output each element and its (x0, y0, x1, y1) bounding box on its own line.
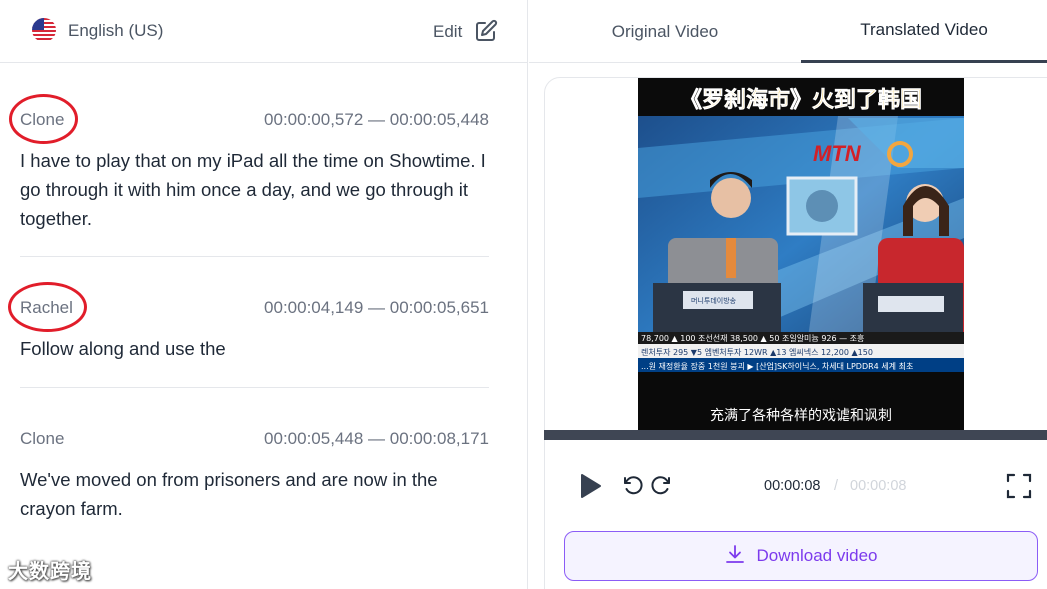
speaker-label[interactable]: Clone (20, 110, 64, 130)
video-progress-bar[interactable] (544, 430, 1047, 440)
download-icon (725, 544, 745, 569)
transcript-panel: English (US) Edit Clone 00:00:00,572 — 0… (0, 0, 528, 589)
channel-logo: MTN (813, 141, 862, 166)
ticker-row: 78,700 ▲ 100 조선선재 38,500 ▲ 50 조일알미늄 926 … (641, 333, 864, 343)
us-flag-icon (32, 18, 56, 42)
speaker-label[interactable]: Clone (20, 429, 64, 449)
segment-timecode: 00:00:04,149 — 00:00:05,651 (264, 298, 489, 317)
desk-sign: 머니투데이방송 (691, 296, 737, 305)
edit-icon[interactable] (474, 19, 498, 43)
download-label: Download video (756, 546, 878, 565)
video-subtitle: 充满了各种各样的戏谑和讽刺 (710, 408, 892, 424)
language-label[interactable]: English (US) (68, 21, 163, 41)
segment-timecode: 00:00:00,572 — 00:00:05,448 (264, 110, 489, 129)
language-bar: English (US) Edit (0, 0, 528, 63)
video-title-overlay: 《罗刹海市》火到了韩国 (680, 87, 922, 113)
tab-original-video[interactable]: Original Video (542, 0, 788, 63)
speaker-label[interactable]: Rachel (20, 298, 73, 318)
watermark: 大数跨境 (8, 561, 92, 583)
transcript-segment[interactable]: Clone 00:00:05,448 — 00:00:08,171 We've … (20, 414, 489, 534)
ticker-row: 렌처투자 295 ▼5 엠벤처투자 12WR ▲13 엠씨넥스 12,200 ▲… (641, 347, 873, 357)
current-time: 00:00:08 (764, 478, 821, 494)
video-frame[interactable]: MTN 《罗刹海市》火到了韩国 머니투데이방송 78,700 ▲ 100 조선선… (638, 78, 964, 430)
ticker-row: ...원 재정환율 장중 1천원 붕괴 ▶ [산업]SK하이닉스, 차세대 LP… (641, 361, 913, 371)
segment-text[interactable]: Follow along and use the (20, 334, 489, 363)
fullscreen-icon[interactable] (1006, 473, 1032, 499)
segment-timecode: 00:00:05,448 — 00:00:08,171 (264, 429, 489, 448)
segment-text[interactable]: I have to play that on my iPad all the t… (20, 146, 489, 233)
tab-translated-video[interactable]: Translated Video (801, 0, 1047, 63)
play-button[interactable] (580, 473, 602, 499)
video-panel: Original Video Translated Video MTN 《罗刹海… (529, 0, 1047, 589)
time-separator: / (834, 478, 839, 494)
total-time: 00:00:08 (850, 478, 907, 494)
transcript-segment[interactable]: Clone 00:00:00,572 — 00:00:05,448 I have… (20, 95, 489, 257)
rewind-icon[interactable] (621, 474, 645, 498)
forward-icon[interactable] (649, 474, 673, 498)
video-tabs: Original Video Translated Video (529, 0, 1047, 63)
segment-text[interactable]: We've moved on from prisoners and are no… (20, 465, 489, 523)
transcript-segment[interactable]: Rachel 00:00:04,149 — 00:00:05,651 Follo… (20, 283, 489, 388)
download-video-button[interactable]: Download video (564, 531, 1038, 581)
edit-label[interactable]: Edit (433, 22, 462, 42)
